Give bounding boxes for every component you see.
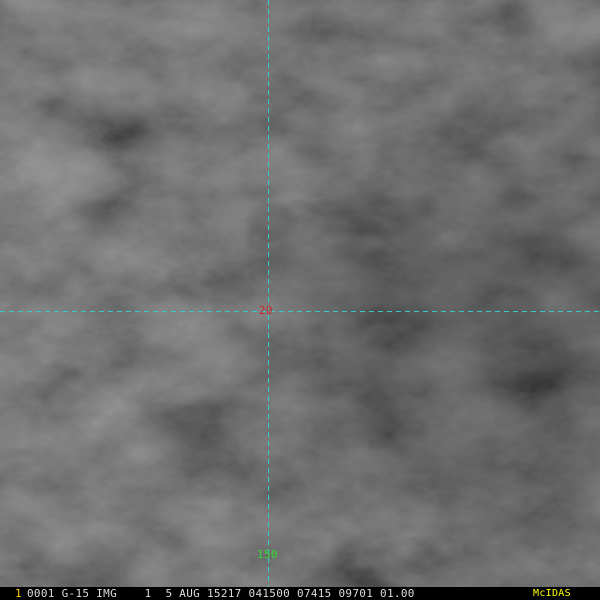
image-info-line: 0001 G-15 IMG 1 5 AUG 15217 041500 07415…: [27, 587, 415, 600]
satellite-image: [0, 0, 600, 588]
mcidas-logo: McIDAS: [533, 588, 571, 599]
longitude-label: 150: [257, 548, 278, 561]
latitude-label: 20: [259, 304, 273, 317]
mcidas-image-viewer: 20 150 1 0001 G-15 IMG 1 5 AUG 15217 041…: [0, 0, 600, 600]
frame-number: 1: [15, 587, 22, 600]
